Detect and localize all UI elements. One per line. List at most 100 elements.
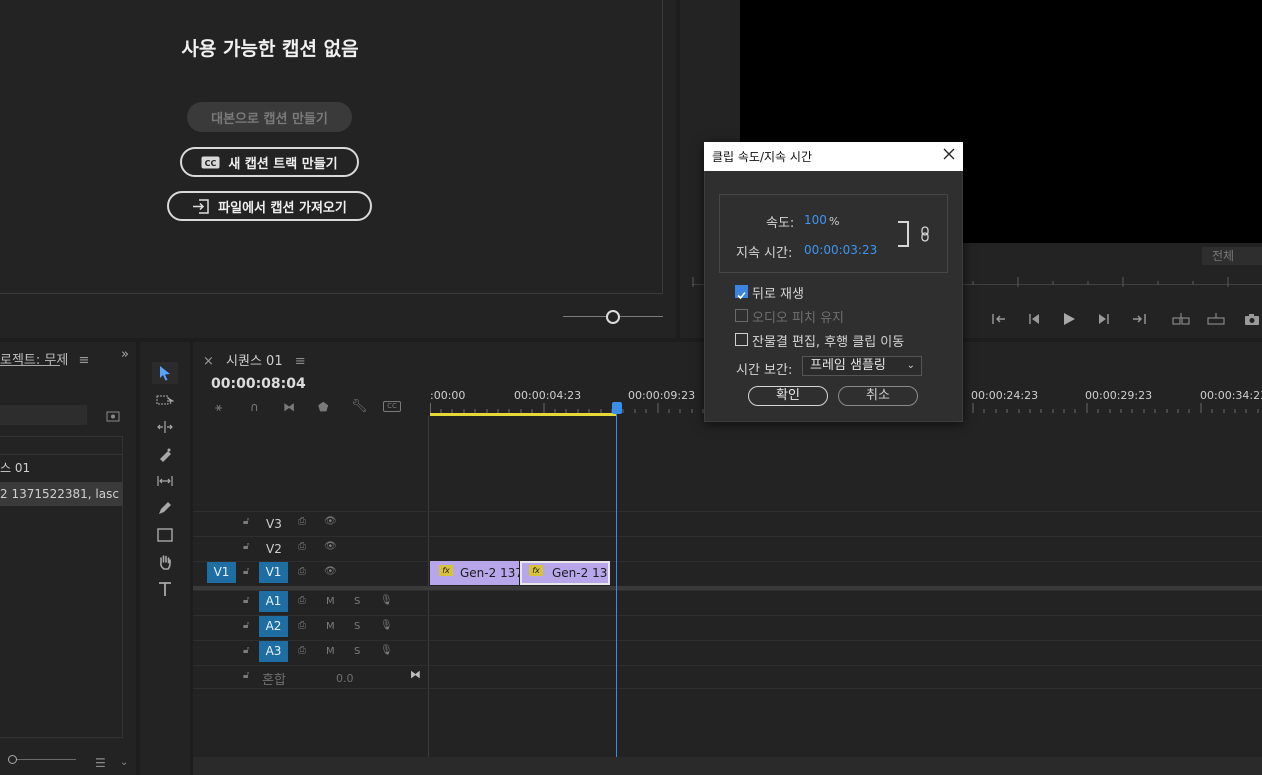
new-bin-icon[interactable] — [106, 407, 120, 422]
reverse-speed-checkbox[interactable] — [735, 285, 748, 300]
ripple-edit-label[interactable]: 잔물결 편집, 후행 클립 이동 — [752, 331, 904, 350]
track-label-v1[interactable]: V1 — [259, 562, 288, 583]
pen-tool-icon[interactable] — [152, 497, 178, 519]
lock-icon[interactable]: 🔓︎ — [243, 566, 249, 577]
ripple-edit-tool-icon[interactable] — [152, 416, 178, 438]
chevron-down-icon[interactable]: ⌄ — [120, 757, 128, 768]
microphone-icon[interactable]: 🎙︎ — [380, 595, 393, 606]
project-item-sequence[interactable]: 스 01 — [0, 456, 123, 480]
maintain-pitch-label: 오디오 피치 유지 — [752, 311, 844, 326]
duration-value[interactable]: 00:00:03:23 — [804, 243, 877, 257]
link-icon[interactable] — [920, 226, 930, 246]
lock-icon[interactable]: 🔓︎ — [243, 541, 249, 552]
eye-icon[interactable]: 👁︎ — [324, 541, 337, 552]
linked-selection-icon[interactable]: ⧓ — [283, 400, 295, 414]
time-interpolation-select[interactable]: 프레임 샘플링 ⌄ — [802, 356, 922, 376]
cancel-button[interactable]: 취소 — [838, 386, 918, 406]
sequence-tab-label: 시퀀스 01 — [226, 354, 283, 369]
sync-lock-icon[interactable]: ⎙ — [298, 620, 306, 631]
work-area-bar[interactable] — [430, 413, 616, 416]
ripple-edit-checkbox[interactable] — [735, 333, 748, 346]
track-select-tool-icon[interactable] — [152, 389, 178, 411]
close-icon[interactable] — [940, 145, 958, 165]
slip-tool-icon[interactable] — [152, 470, 178, 492]
solo-icon[interactable]: S — [354, 596, 360, 607]
project-zoom-slider-track[interactable] — [8, 759, 76, 760]
panel-overflow-icon[interactable]: » — [121, 347, 129, 362]
timeline-horizontal-scrollbar[interactable] — [193, 757, 1262, 775]
export-frame-icon[interactable] — [1243, 312, 1261, 326]
sync-lock-icon[interactable]: ⎙ — [298, 566, 306, 577]
speed-value[interactable]: 100 — [804, 213, 827, 227]
solo-icon[interactable]: S — [354, 621, 360, 632]
maintain-pitch-checkbox[interactable] — [735, 309, 748, 322]
overwrite-icon[interactable] — [1207, 312, 1225, 326]
mix-volume-value[interactable]: 0.0 — [336, 672, 354, 685]
microphone-icon[interactable]: 🎙︎ — [380, 620, 393, 631]
lock-icon[interactable]: 🔓︎ — [243, 595, 249, 606]
mark-in-icon[interactable] — [991, 312, 1009, 326]
insert-icon[interactable] — [1172, 312, 1190, 326]
project-item-clip[interactable]: 2 1371522381, lasc — [0, 482, 123, 506]
timeline-timecode[interactable]: 00:00:08:04 — [211, 376, 306, 392]
playhead-handle[interactable] — [612, 402, 622, 414]
track-label-a3[interactable]: A3 — [259, 641, 288, 662]
sync-lock-icon[interactable]: ⎙ — [298, 516, 306, 527]
list-view-icon[interactable]: ☰ — [95, 756, 106, 770]
eye-icon[interactable]: 👁︎ — [324, 516, 337, 527]
import-captions-from-file-button[interactable]: 파일에서 캡션 가져오기 — [167, 191, 372, 221]
program-range-select[interactable]: 전체 — [1202, 247, 1262, 265]
track-label-v3[interactable]: V3 — [266, 517, 282, 531]
lock-icon[interactable]: 🔓︎ — [243, 516, 249, 527]
type-tool-icon[interactable] — [152, 578, 178, 600]
track-label-a1[interactable]: A1 — [259, 591, 288, 612]
sequence-tab[interactable]: × 시퀀스 01 ≡ — [203, 350, 306, 369]
mark-out-icon[interactable] — [1129, 312, 1147, 326]
project-search-input[interactable] — [0, 405, 87, 425]
sync-lock-icon[interactable]: ⎙ — [298, 645, 306, 656]
project-zoom-slider-handle[interactable] — [8, 755, 17, 764]
reverse-speed-label[interactable]: 뒤로 재생 — [752, 283, 804, 302]
panel-menu-icon[interactable]: ≡ — [295, 354, 306, 369]
track-label-v2[interactable]: V2 — [266, 542, 282, 556]
mute-icon[interactable]: M — [326, 621, 335, 632]
razor-tool-icon[interactable] — [152, 443, 178, 465]
wrench-icon[interactable]: 🔧︎ — [351, 399, 368, 414]
go-to-edit-icon[interactable]: ⧓ — [410, 668, 421, 681]
lock-icon[interactable]: 🔓︎ — [243, 620, 249, 631]
selection-tool-icon[interactable] — [152, 362, 178, 384]
track-label-a2[interactable]: A2 — [259, 616, 288, 637]
microphone-icon[interactable]: 🎙︎ — [380, 645, 393, 656]
captions-toggle-icon[interactable]: CC — [383, 401, 401, 412]
ruler-label: 00:00:29:23 — [1085, 389, 1153, 402]
close-tab-icon[interactable]: × — [203, 354, 214, 369]
sync-lock-icon[interactable]: ⎙ — [298, 595, 306, 606]
snap-icon[interactable]: ∩ — [250, 400, 259, 414]
step-back-icon[interactable] — [1025, 312, 1043, 326]
link-bracket — [898, 221, 909, 247]
step-forward-icon[interactable] — [1095, 312, 1113, 326]
captions-empty-title: 사용 가능한 캡션 없음 — [181, 38, 359, 60]
lock-icon[interactable]: 🔓︎ — [243, 670, 249, 681]
hand-tool-icon[interactable] — [152, 551, 178, 573]
ok-button[interactable]: 확인 — [748, 386, 828, 406]
duration-label: 지속 시간: — [736, 246, 793, 261]
ruler-label: 00:00:34:23 — [1200, 389, 1262, 402]
lock-icon[interactable]: 🔓︎ — [243, 645, 249, 656]
create-captions-from-transcript-button[interactable]: 대본으로 캡션 만들기 — [187, 102, 352, 132]
play-icon[interactable] — [1060, 312, 1078, 326]
panel-menu-icon[interactable]: ≡ — [78, 353, 89, 368]
source-patch-v1[interactable]: V1 — [207, 562, 236, 583]
project-tab-underline — [0, 365, 60, 366]
eye-icon[interactable]: 👁︎ — [324, 566, 337, 577]
sync-lock-icon[interactable]: ⎙ — [298, 541, 306, 552]
add-marker-icon[interactable]: ⬟ — [318, 400, 328, 414]
rectangle-tool-icon[interactable] — [152, 524, 178, 546]
nest-toggle-icon[interactable]: ⚹ — [215, 400, 222, 415]
new-caption-track-button[interactable]: CC 새 캡션 트랙 만들기 — [180, 147, 359, 177]
solo-icon[interactable]: S — [354, 646, 360, 657]
captions-zoom-slider-handle[interactable] — [606, 310, 620, 324]
mute-icon[interactable]: M — [326, 646, 335, 657]
mute-icon[interactable]: M — [326, 596, 335, 607]
playhead-line[interactable] — [616, 405, 617, 757]
